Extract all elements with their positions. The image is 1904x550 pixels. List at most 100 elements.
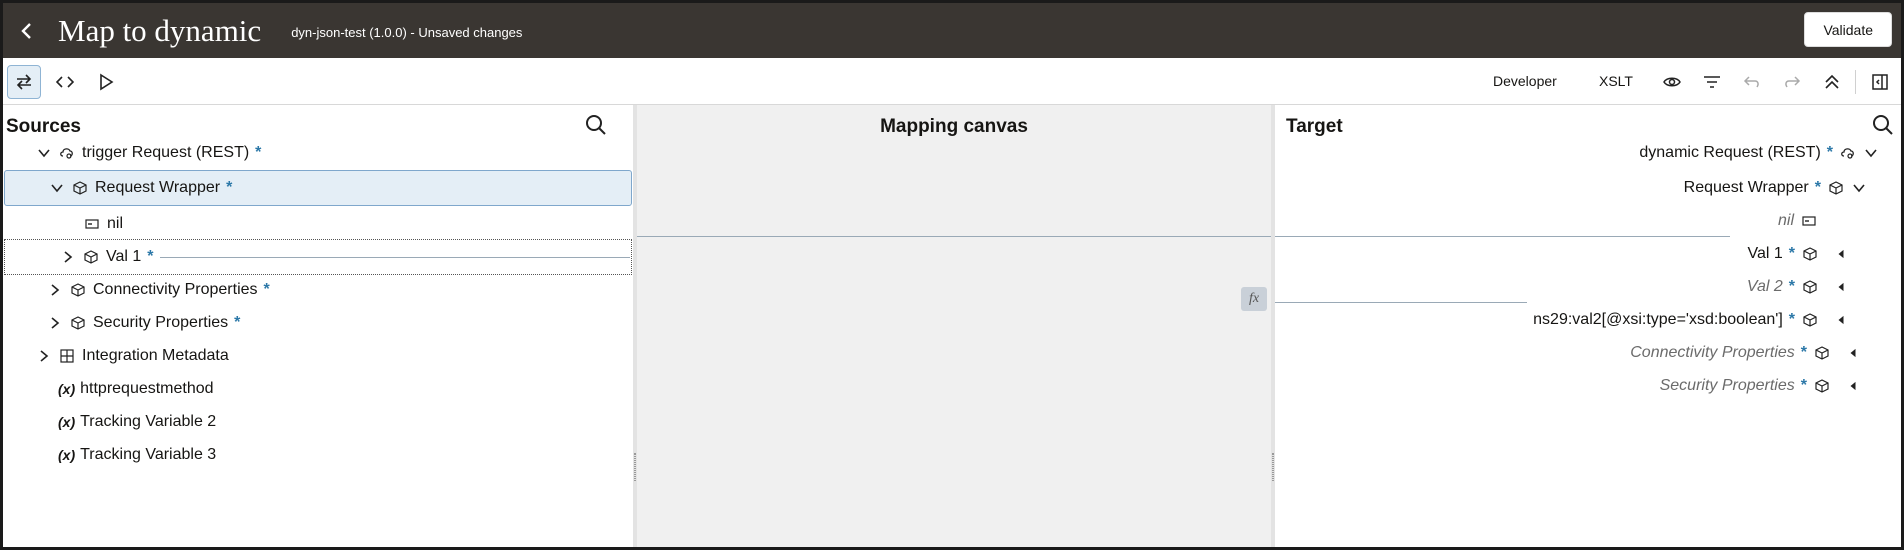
collapse-all-button[interactable]: [1815, 65, 1849, 99]
toolbar: Developer XSLT: [3, 58, 1901, 105]
redo-icon: [1785, 76, 1801, 88]
cloud-rest-icon: [58, 144, 76, 162]
undo-icon: [1743, 76, 1759, 88]
chevron-right-icon[interactable]: [47, 315, 63, 331]
source-row-label: Request Wrapper: [95, 179, 221, 196]
object-icon: [1801, 311, 1819, 329]
xslt-button[interactable]: XSLT: [1599, 73, 1633, 89]
object-icon: [69, 281, 87, 299]
required-marker: *: [255, 144, 262, 161]
mapping-line: [159, 256, 630, 258]
source-row-label: nil: [107, 215, 124, 232]
filter-button[interactable]: [1695, 65, 1729, 99]
target-row-label: Request Wrapper: [1683, 179, 1809, 196]
source-row-integration-metadata[interactable]: Integration Metadata: [3, 338, 633, 374]
field-icon: [1800, 212, 1818, 230]
target-row-connectivity-properties[interactable]: Connectivity Properties *: [1275, 335, 1901, 371]
source-row-security-properties[interactable]: Security Properties *: [3, 305, 633, 341]
caret-left-icon[interactable]: [1835, 314, 1847, 326]
required-marker: *: [263, 281, 270, 298]
source-row-label: Connectivity Properties: [93, 281, 258, 298]
caret-left-icon[interactable]: [1847, 380, 1859, 392]
object-icon: [69, 314, 87, 332]
caret-left-icon[interactable]: [1835, 281, 1847, 293]
source-row-label: Integration Metadata: [82, 347, 229, 364]
object-icon: [1801, 245, 1819, 263]
required-marker: *: [1788, 278, 1795, 295]
target-row-val-1[interactable]: Val 1 *: [1275, 236, 1901, 272]
required-marker: *: [147, 248, 154, 265]
function-node[interactable]: fx: [1241, 287, 1267, 311]
swap-icon: [16, 74, 32, 90]
chevron-right-icon[interactable]: [60, 249, 76, 265]
source-row-request-wrapper[interactable]: Request Wrapper *: [4, 170, 632, 206]
developer-mode-button[interactable]: Developer: [1493, 73, 1557, 89]
variable-icon: (x): [58, 447, 76, 463]
chevron-down-icon[interactable]: [1851, 180, 1867, 196]
cloud-rest-icon: [1839, 144, 1857, 162]
required-marker: *: [1800, 344, 1807, 361]
panel-toggle-button[interactable]: [1863, 65, 1897, 99]
target-panel: Target dynamic Request (REST) * Request …: [1275, 105, 1901, 547]
chevron-down-icon[interactable]: [1863, 145, 1879, 161]
required-marker: *: [226, 179, 233, 196]
source-row-connectivity-properties[interactable]: Connectivity Properties *: [3, 272, 633, 308]
source-row-label: trigger Request (REST): [82, 144, 250, 161]
target-row-label: Security Properties: [1659, 377, 1795, 394]
target-row-label: Val 1: [1747, 245, 1783, 262]
chevron-down-icon[interactable]: [36, 145, 52, 161]
test-button[interactable]: [89, 65, 123, 99]
validate-button[interactable]: Validate: [1804, 12, 1892, 47]
play-icon: [100, 73, 114, 91]
object-icon: [1827, 179, 1845, 197]
mapper-window: Map to dynamic dyn-json-test (1.0.0) - U…: [3, 3, 1901, 547]
target-row-label: Connectivity Properties: [1630, 344, 1795, 361]
canvas-title: Mapping canvas: [880, 116, 1028, 137]
code-view-button[interactable]: [48, 65, 82, 99]
object-icon: [82, 248, 100, 266]
back-button[interactable]: [6, 10, 48, 52]
source-row-httprequestmethod[interactable]: (x) httprequestmethod: [3, 371, 633, 407]
source-row-nil[interactable]: nil: [3, 206, 633, 242]
source-row-label: Security Properties: [93, 314, 229, 331]
target-row-val-2[interactable]: Val 2 *: [1275, 269, 1901, 305]
source-row-label: Tracking Variable 2: [80, 413, 217, 430]
target-row-security-properties[interactable]: Security Properties *: [1275, 368, 1901, 404]
toolbar-divider: [1855, 70, 1856, 94]
source-row-val-1[interactable]: Val 1 *: [4, 239, 632, 275]
target-row-ns29-val2[interactable]: ns29:val2[@xsi:type='xsd:boolean'] *: [1275, 302, 1901, 338]
source-row-tracking-variable-3[interactable]: (x) Tracking Variable 3: [3, 437, 633, 473]
redo-button[interactable]: [1775, 65, 1809, 99]
required-marker: *: [234, 314, 241, 331]
preview-button[interactable]: [1655, 65, 1689, 99]
chevron-right-icon[interactable]: [47, 282, 63, 298]
target-row-request-wrapper[interactable]: Request Wrapper *: [1275, 170, 1901, 206]
chevron-right-icon[interactable]: [36, 348, 52, 364]
eye-icon: [1663, 77, 1681, 87]
source-row-trigger-request[interactable]: trigger Request (REST) *: [3, 135, 633, 171]
chevron-left-icon: [21, 22, 31, 39]
swap-view-button[interactable]: [7, 65, 41, 99]
target-row-nil[interactable]: nil: [1275, 203, 1901, 239]
object-icon: [1801, 278, 1819, 296]
source-row-label: Tracking Variable 3: [80, 446, 217, 463]
target-row-dynamic-request[interactable]: dynamic Request (REST) *: [1275, 135, 1901, 171]
page-subtitle: dyn-json-test (1.0.0) - Unsaved changes: [291, 25, 523, 40]
object-icon: [71, 179, 89, 197]
field-icon: [83, 215, 101, 233]
chevron-down-icon[interactable]: [49, 180, 65, 196]
app-header: Map to dynamic dyn-json-test (1.0.0) - U…: [3, 3, 1901, 58]
required-marker: *: [1814, 179, 1821, 196]
variable-icon: (x): [58, 381, 76, 397]
panel-toggle-icon: [1872, 74, 1888, 90]
source-row-tracking-variable-2[interactable]: (x) Tracking Variable 2: [3, 404, 633, 440]
collapse-all-icon: [1825, 74, 1839, 89]
target-row-label: Val 2: [1746, 278, 1783, 295]
source-row-label: httprequestmethod: [80, 380, 214, 397]
target-row-label: dynamic Request (REST): [1639, 144, 1821, 161]
caret-left-icon[interactable]: [1847, 347, 1859, 359]
resize-grip: [634, 453, 636, 481]
undo-button[interactable]: [1735, 65, 1769, 99]
caret-left-icon[interactable]: [1835, 248, 1847, 260]
source-row-label: Val 1: [106, 248, 142, 265]
